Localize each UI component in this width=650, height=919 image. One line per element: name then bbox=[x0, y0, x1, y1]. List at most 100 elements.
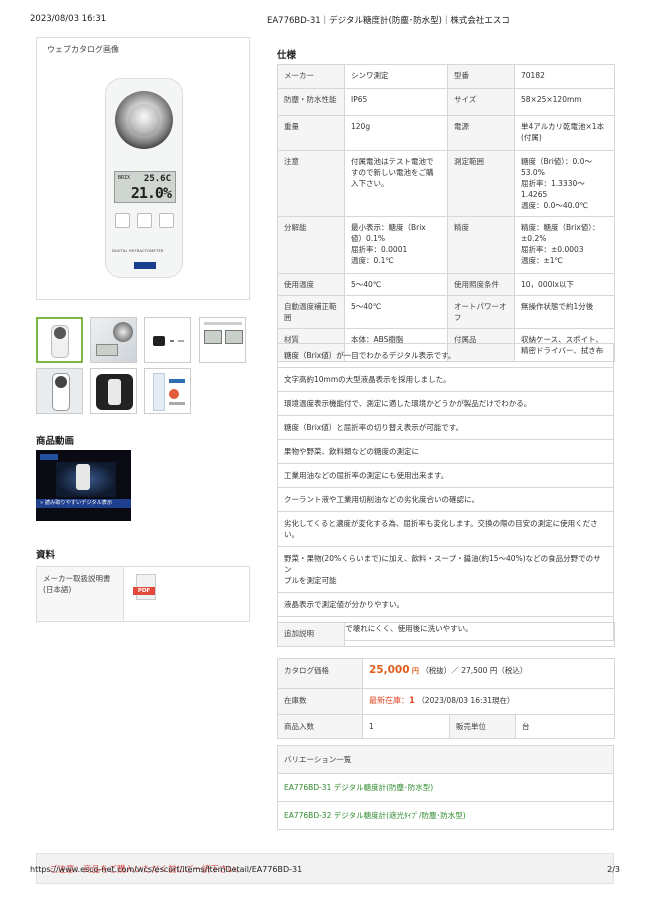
video-heading: 商品動画 bbox=[36, 436, 75, 447]
spec-value: 単4アルカリ乾電池×1本 (付属) bbox=[514, 115, 615, 151]
spec-label: メーカー bbox=[277, 64, 345, 89]
feature-row: 糖度（Brix値）が一目でわかるデジタル表示です。 bbox=[277, 343, 614, 368]
feature-text: 糖度（Brix値）が一目でわかるデジタル表示です。 bbox=[277, 343, 614, 368]
spec-value: 10，000lx以下 bbox=[514, 273, 615, 296]
quantity-value: 1 bbox=[362, 714, 450, 739]
stock-cell: 最新在庫：1 （2023/08/03 16:31現在） bbox=[362, 688, 615, 715]
spec-row: メーカー シンワ測定 型番 70182 bbox=[277, 64, 615, 89]
device-label: DIGITAL REFRACTOMETER bbox=[112, 249, 164, 253]
feature-text: クーラント液や工業用切削油などの劣化度合いの確認に。 bbox=[277, 487, 614, 512]
spec-value: 5～40℃ bbox=[344, 273, 448, 296]
thumbnail-4[interactable] bbox=[199, 317, 246, 363]
price-note: （税抜）／ 27,500 円（税込） bbox=[421, 666, 528, 675]
thumbnail-5[interactable] bbox=[36, 368, 83, 414]
print-page-number: 2/3 bbox=[607, 865, 620, 874]
lcd-temperature: 25.6C bbox=[143, 174, 171, 184]
spec-value: 70182 bbox=[514, 64, 615, 89]
price-value: 25,000 bbox=[369, 664, 410, 676]
variation-link-32[interactable]: EA776BD-32 デジタル糖度計(遮光ﾀｲﾌﾟ/防塵･防水型) bbox=[284, 811, 466, 820]
spec-row: 防塵・防水性能 IP65 サイズ 58×25×120mm bbox=[277, 88, 615, 116]
catalog-price-label: カタログ価格 bbox=[277, 658, 363, 689]
thumbnail-1[interactable] bbox=[36, 317, 83, 363]
quantity-label: 商品入数 bbox=[277, 714, 363, 739]
feature-row: クーラント液や工業用切削油などの劣化度合いの確認に。 bbox=[277, 487, 614, 512]
feature-text: 液晶表示で測定値が分かりやすい。 bbox=[277, 592, 614, 617]
feature-text: 工業用油などの屈折率の測定にも使用出来ます。 bbox=[277, 463, 614, 488]
spec-label: 自動温度補正範 囲 bbox=[277, 295, 345, 329]
feature-text: 環境温度表示機能付で、測定に適した環境かどうかが製品だけでわかる。 bbox=[277, 391, 614, 416]
stock-count: 1 bbox=[409, 696, 415, 706]
additional-table: 追加説明 bbox=[277, 622, 615, 647]
features-table: 糖度（Brix値）が一目でわかるデジタル表示です。 文字高約10mmの大型液晶表示… bbox=[277, 343, 614, 641]
web-catalog-caption: ウェブカタログ画像 bbox=[47, 45, 119, 54]
print-date: 2023/08/03 16:31 bbox=[30, 14, 107, 24]
spec-row: 使用温度 5～40℃ 使用照度条件 10，000lx以下 bbox=[277, 273, 615, 296]
thumbnail-3[interactable] bbox=[144, 317, 191, 363]
feature-row: 環境温度表示機能付で、測定に適した環境かどうかが製品だけでわかる。 bbox=[277, 391, 614, 416]
feature-row: 果物や野菜、飲料類などの糖度の測定に bbox=[277, 439, 614, 464]
shinwa-logo bbox=[134, 262, 156, 269]
spec-value: 付属電池はテスト電池で すので新しい電池をご購 入下さい。 bbox=[344, 150, 448, 217]
price-unit: 円 bbox=[411, 667, 419, 675]
spec-value: IP65 bbox=[344, 88, 448, 116]
stock-label: 在庫数 bbox=[277, 688, 363, 715]
spec-row: 自動温度補正範 囲 5～40℃ オートパワーオ フ無操作状態で約1分後 bbox=[277, 295, 615, 329]
feature-row: 文字高約10mmの大型液晶表示を採用しました。 bbox=[277, 367, 614, 392]
feature-text: 文字高約10mmの大型液晶表示を採用しました。 bbox=[277, 367, 614, 392]
video-caption: » 読み取りやすいデジタル表示 bbox=[40, 500, 113, 506]
lcd-reading: 21.0% bbox=[130, 184, 172, 202]
spec-label: 使用温度 bbox=[277, 273, 345, 296]
device-button-2 bbox=[137, 213, 152, 228]
spec-label: 電源 bbox=[447, 115, 515, 151]
spec-value: 5～40℃ bbox=[344, 295, 448, 329]
product-main-image[interactable]: BRIX 25.6C 21.0% DIGITAL REFRACTOMETER bbox=[105, 78, 183, 278]
lcd-mode-label: BRIX bbox=[118, 175, 131, 181]
video-device bbox=[76, 464, 90, 490]
feature-text: 果物や野菜、飲料類などの糖度の測定に bbox=[277, 439, 614, 464]
thumbnail-7[interactable] bbox=[144, 368, 191, 414]
spec-label: 精度 bbox=[447, 216, 515, 274]
feature-row: 液晶表示で測定値が分かりやすい。 bbox=[277, 592, 614, 617]
feature-text: 劣化してくると濃度が変化する為、屈折率も変化します。交換の際の目安の測定に使用く… bbox=[277, 511, 614, 547]
spec-title: 仕様 bbox=[277, 50, 297, 61]
spec-label: オートパワーオ フ bbox=[447, 295, 515, 329]
spec-value: 精度：糖度（Brix値）： ±0.2% 屈折率：±0.0003 温度：±1℃ bbox=[514, 216, 615, 274]
pdf-badge: PDF bbox=[133, 587, 155, 595]
spec-value: 糖度（Bri値）：0.0～ 53.0% 屈折率：1.3330～1.4265 温度… bbox=[514, 150, 615, 217]
product-video[interactable]: » 読み取りやすいデジタル表示 bbox=[36, 450, 131, 521]
lcd-display: BRIX 25.6C 21.0% bbox=[114, 171, 176, 203]
spec-value: 120g bbox=[344, 115, 448, 151]
spec-value: 無操作状態で約1分後 bbox=[514, 295, 615, 329]
spec-label: 防塵・防水性能 bbox=[277, 88, 345, 116]
spec-row: 重量 120g 電源 単4アルカリ乾電池×1本 (付属) bbox=[277, 115, 615, 151]
spec-value: シンワ測定 bbox=[344, 64, 448, 89]
spec-value: 最小表示：糖度（Brix 値）0.1% 屈折率：0.0001 温度：0.1℃ bbox=[344, 216, 448, 274]
variation-title: バリエーション一覧 bbox=[277, 745, 614, 774]
device-button-3 bbox=[159, 213, 174, 228]
sales-unit-label: 販売単位 bbox=[449, 714, 516, 739]
feature-row: 野菜・果物(20%くらいまで)に加え、飲料・スープ・醤油(約15～40%)などの… bbox=[277, 546, 614, 593]
variation-table: バリエーション一覧 EA776BD-31 デジタル糖度計(防塵･防水型) EA7… bbox=[277, 745, 614, 830]
print-title: EA776BD-31｜デジタル糖度計(防塵･防水型)｜株式会社エスコ bbox=[267, 16, 510, 26]
thumbnail-6[interactable] bbox=[90, 368, 137, 414]
feature-text: 野菜・果物(20%くらいまで)に加え、飲料・スープ・醤油(約15～40%)などの… bbox=[277, 546, 614, 593]
feature-text: 糖度（Brix値）と屈折率の切り替え表示が可能です。 bbox=[277, 415, 614, 440]
spec-label: 型番 bbox=[447, 64, 515, 89]
catalog-price-cell: 25,000 円 （税抜）／ 27,500 円（税込） bbox=[362, 658, 615, 689]
spec-table: メーカー シンワ測定 型番 70182 防塵・防水性能 IP65 サイズ 58×25×120m… bbox=[277, 64, 615, 362]
feature-row: 糖度（Brix値）と屈折率の切り替え表示が可能です。 bbox=[277, 415, 614, 440]
pdf-icon[interactable]: PDF bbox=[133, 574, 156, 600]
stock-note: （2023/08/03 16:31現在） bbox=[417, 696, 515, 705]
print-footer: https://www.esco-net.com/wcs/escort/item… bbox=[30, 865, 620, 877]
thumbnail-2[interactable] bbox=[90, 317, 137, 363]
price-table: カタログ価格 25,000 円 （税抜）／ 27,500 円（税込） 在庫数 最… bbox=[277, 658, 615, 739]
feature-row: 劣化してくると濃度が変化する為、屈折率も変化します。交換の際の目安の測定に使用く… bbox=[277, 511, 614, 547]
video-logo bbox=[40, 454, 58, 460]
additional-value bbox=[344, 622, 615, 647]
variation-link-31[interactable]: EA776BD-31 デジタル糖度計(防塵･防水型) bbox=[284, 783, 433, 792]
manual-label: メーカー取扱説明書 (日本語) bbox=[37, 567, 124, 621]
print-url: https://www.esco-net.com/wcs/escort/item… bbox=[30, 865, 303, 874]
spec-label: サイズ bbox=[447, 88, 515, 116]
device-button-1 bbox=[115, 213, 130, 228]
spec-label: 重量 bbox=[277, 115, 345, 151]
